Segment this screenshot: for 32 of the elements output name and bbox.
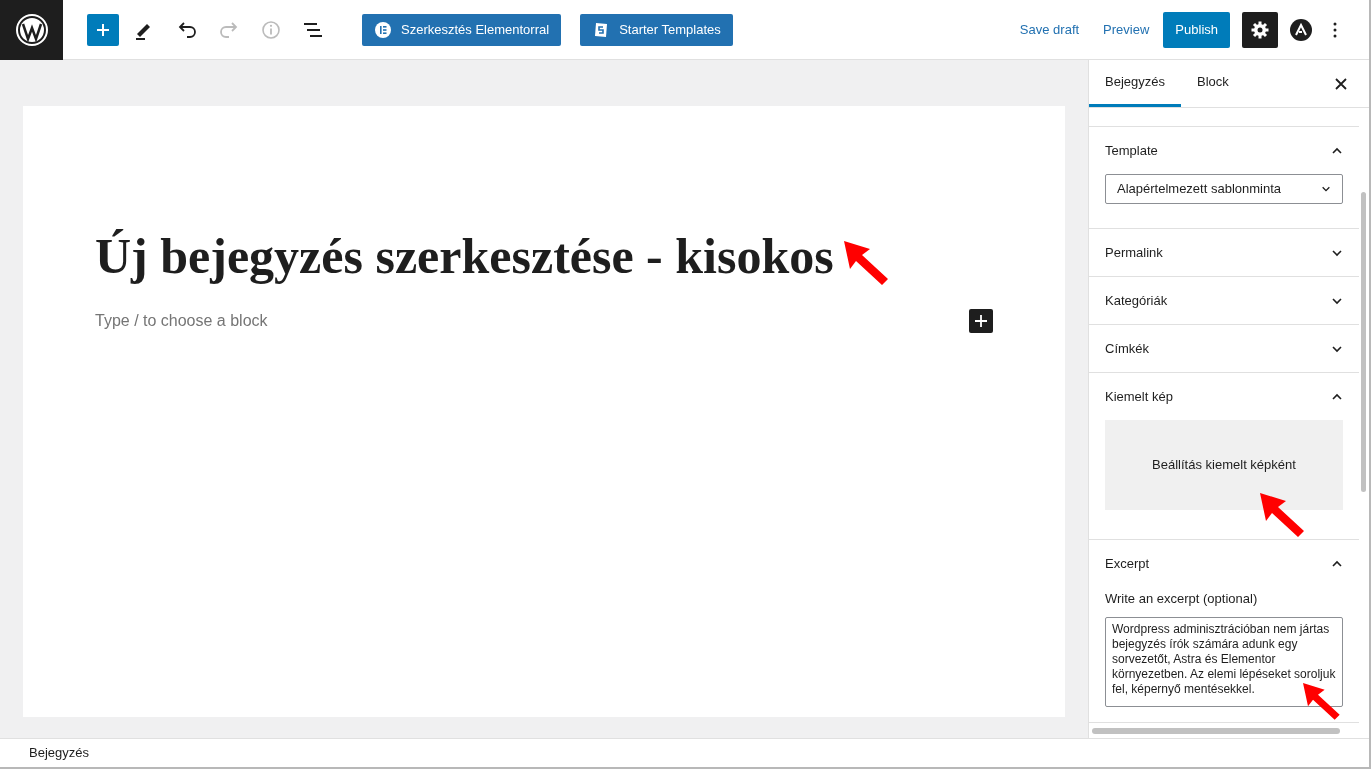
settings-button[interactable] bbox=[1242, 11, 1278, 48]
caret-icon bbox=[1321, 184, 1331, 194]
breadcrumb-link[interactable]: Bejegyzés bbox=[29, 743, 89, 763]
panel-header[interactable]: Címkék bbox=[1105, 325, 1343, 372]
elementor-button[interactable]: Szerkesztés Elementorral bbox=[362, 13, 562, 46]
astra-logo[interactable] bbox=[1289, 17, 1313, 42]
block-placeholder[interactable]: Type / to choose a block bbox=[95, 309, 268, 333]
preview-link[interactable]: Preview bbox=[1091, 13, 1162, 46]
plus-icon bbox=[95, 21, 111, 38]
panel-header[interactable]: Excerpt bbox=[1105, 540, 1343, 587]
post-title[interactable]: Új bejegyzés szerkesztése - kisokos bbox=[95, 226, 834, 286]
publish-button[interactable]: Publish bbox=[1163, 11, 1230, 48]
settings-icon bbox=[1251, 20, 1269, 39]
select-value: Alapértelmezett sablonminta bbox=[1117, 180, 1282, 199]
save-draft-link[interactable]: Save draft bbox=[1007, 13, 1092, 46]
sidebar-tab[interactable]: Bejegyzés bbox=[1089, 60, 1181, 107]
add-block-button[interactable] bbox=[969, 309, 993, 333]
set-featured-image-button[interactable]: Beállítás kiemelt képként bbox=[1105, 420, 1343, 510]
plus-icon bbox=[974, 314, 988, 328]
panel-header[interactable]: Kiemelt kép bbox=[1105, 373, 1343, 420]
field-label: Write an excerpt (optional) bbox=[1105, 590, 1259, 608]
panel-header[interactable]: Template bbox=[1105, 127, 1343, 174]
panel-header[interactable]: Permalink bbox=[1105, 229, 1343, 276]
elementor-icon bbox=[374, 20, 392, 39]
template-select[interactable]: Alapértelmezett sablonminta bbox=[1105, 174, 1343, 204]
sidebar-tab[interactable]: Block bbox=[1181, 60, 1245, 107]
wordpress-logo[interactable] bbox=[0, 0, 63, 60]
excerpt-field[interactable]: Wordpress adminisztrációban nem jártas bejegyzés írók számára adunk egy sorvezetőt, Astra és Elementor környezetben. Az elemi lépéseket soroljuk fel, képernyő mentésekkel. bbox=[1105, 616, 1343, 707]
scrollbar[interactable] bbox=[1092, 728, 1340, 734]
starter-templates-button[interactable]: Starter Templates bbox=[580, 13, 733, 46]
scrollbar[interactable] bbox=[1361, 192, 1366, 492]
panel-header[interactable]: Kategóriák bbox=[1105, 277, 1343, 324]
